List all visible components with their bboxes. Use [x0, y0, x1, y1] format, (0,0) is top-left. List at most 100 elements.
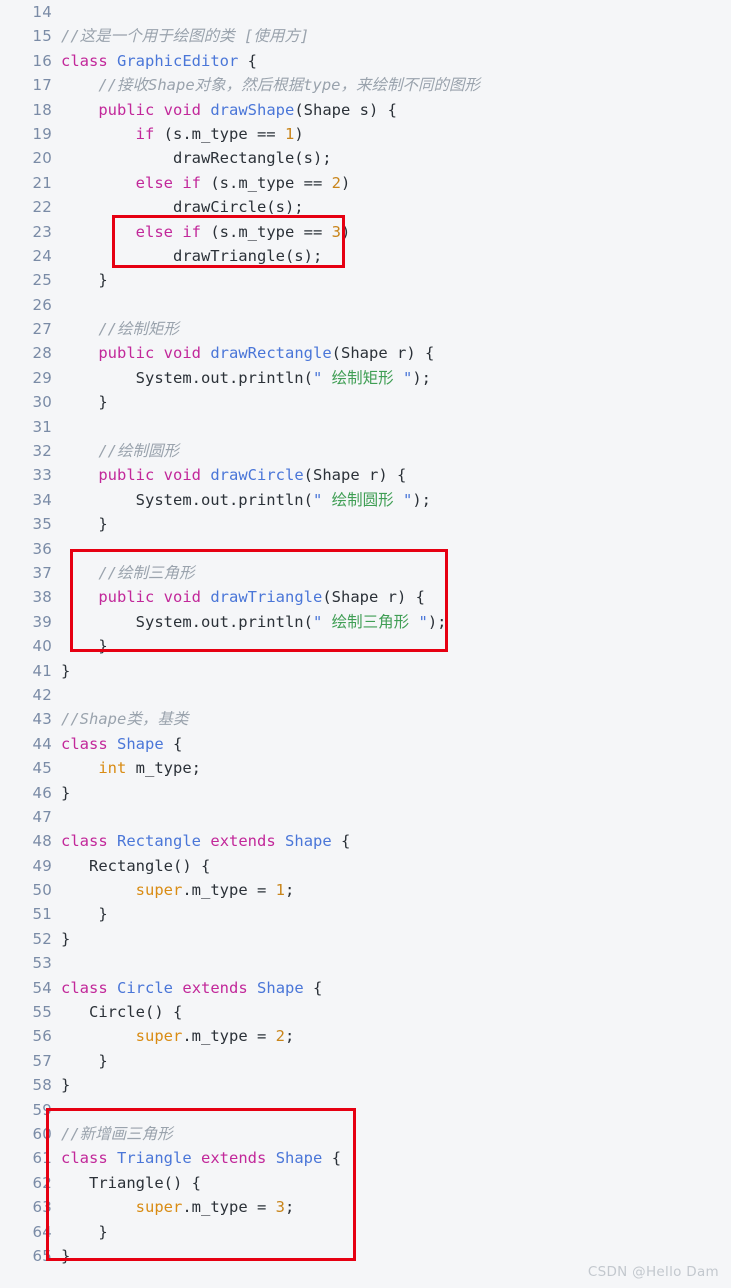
token-pl: { — [238, 51, 258, 70]
code-line-text: } — [61, 902, 107, 926]
token-pl: drawRectangle(s); — [61, 149, 332, 168]
code-line[interactable]: 43 //Shape类，基类 — [0, 707, 731, 731]
line-number: 16 — [32, 51, 52, 70]
code-line[interactable]: 26 — [0, 293, 731, 317]
code-line[interactable]: 36 — [0, 537, 731, 561]
token-pl: (Shape s) { — [294, 100, 397, 119]
token-qt: " — [312, 490, 323, 509]
line-number: 48 — [32, 832, 52, 851]
code-line[interactable]: 54 class Circle extends Shape { — [0, 976, 731, 1000]
code-line-text: else if (s.m_type == 3) — [61, 220, 351, 244]
code-line[interactable]: 34 System.out.println(" 绘制圆形 "); — [0, 488, 731, 512]
code-line[interactable]: 33 public void drawCircle(Shape r) { — [0, 463, 731, 487]
code-line-text: System.out.println(" 绘制三角形 "); — [61, 610, 447, 634]
token-pl: .m_type = — [182, 1198, 276, 1217]
token-kw: public — [98, 588, 155, 607]
line-number: 47 — [32, 807, 52, 826]
code-line[interactable]: 61 class Triangle extends Shape { — [0, 1146, 731, 1170]
line-number: 53 — [32, 954, 52, 973]
code-line[interactable]: 50 super.m_type = 1; — [0, 878, 731, 902]
code-line[interactable]: 24 drawTriangle(s); — [0, 244, 731, 268]
code-line[interactable]: 38 public void drawTriangle(Shape r) { — [0, 585, 731, 609]
code-line[interactable]: 60 //新增画三角形 — [0, 1122, 731, 1146]
code-line[interactable]: 44 class Shape { — [0, 732, 731, 756]
code-line[interactable]: 55 Circle() { — [0, 1000, 731, 1024]
line-number: 54 — [32, 978, 52, 997]
code-line[interactable]: 41} — [0, 659, 731, 683]
token-typ: drawTriangle — [210, 588, 323, 607]
token-kw: class — [61, 978, 108, 997]
code-line-text: } — [61, 512, 107, 536]
token-pl: m_type; — [126, 759, 201, 778]
code-line[interactable]: 20 drawRectangle(s); — [0, 146, 731, 170]
code-line[interactable]: 16 class GraphicEditor { — [0, 49, 731, 73]
code-line[interactable]: 27 //绘制矩形 — [0, 317, 731, 341]
code-line-text: class Circle extends Shape { — [61, 976, 322, 1000]
code-line[interactable]: 35 } — [0, 512, 731, 536]
code-line[interactable]: 51 } — [0, 902, 731, 926]
token-pl: Circle() { — [61, 1003, 183, 1022]
code-line[interactable]: 42 — [0, 683, 731, 707]
code-line[interactable]: 58} — [0, 1073, 731, 1097]
code-line[interactable]: 59 — [0, 1098, 731, 1122]
code-line[interactable]: 25 } — [0, 268, 731, 292]
token-pl: { — [303, 978, 323, 997]
code-line[interactable]: 17 //接收Shape对象，然后根据type，来绘制不同的图形 — [0, 73, 731, 97]
code-line-text: class Shape { — [61, 732, 182, 756]
token-pl: } — [61, 637, 108, 656]
code-line[interactable]: 28 public void drawRectangle(Shape r) { — [0, 341, 731, 365]
line-number: 42 — [32, 685, 52, 704]
token-pl: { — [331, 832, 351, 851]
code-line[interactable]: 56 super.m_type = 2; — [0, 1024, 731, 1048]
code-line[interactable]: 23 else if (s.m_type == 3) — [0, 220, 731, 244]
code-line[interactable]: 46} — [0, 781, 731, 805]
code-line-text: } — [61, 634, 108, 658]
code-line[interactable]: 49 Rectangle() { — [0, 854, 731, 878]
code-line[interactable]: 19 if (s.m_type == 1) — [0, 122, 731, 146]
code-line[interactable]: 30 } — [0, 390, 731, 414]
code-line[interactable]: 45 int m_type; — [0, 756, 731, 780]
code-line-text: super.m_type = 2; — [61, 1024, 295, 1048]
code-line[interactable]: 18 public void drawShape(Shape s) { — [0, 98, 731, 122]
code-line[interactable]: 53 — [0, 951, 731, 975]
code-line[interactable]: 48 class Rectangle extends Shape { — [0, 829, 731, 853]
token-typ: Rectangle — [117, 832, 202, 851]
code-line[interactable]: 22 drawCircle(s); — [0, 195, 731, 219]
code-line[interactable]: 37 //绘制三角形 — [0, 561, 731, 585]
token-kw: void — [163, 344, 201, 363]
code-line[interactable]: 32 //绘制圆形 — [0, 439, 731, 463]
token-typ: Shape — [275, 1149, 323, 1168]
code-editor-lines[interactable]: 14 15 //这是一个用于绘图的类 [使用方] 16 class GraphicEdi… — [0, 0, 731, 1268]
line-number: 18 — [32, 100, 52, 119]
token-prim: super — [135, 1027, 183, 1046]
code-line[interactable]: 57 } — [0, 1049, 731, 1073]
code-line[interactable]: 39 System.out.println(" 绘制三角形 "); — [0, 610, 731, 634]
code-line[interactable]: 62 Triangle() { — [0, 1171, 731, 1195]
token-pl: ) — [294, 124, 304, 143]
token-kw: class — [61, 734, 108, 753]
code-line[interactable]: 52} — [0, 927, 731, 951]
line-number: 46 — [32, 783, 52, 802]
code-line[interactable]: 14 — [0, 0, 731, 24]
token-pl: (Shape r) { — [303, 466, 407, 485]
code-line[interactable]: 64 } — [0, 1220, 731, 1244]
code-line[interactable]: 47 — [0, 805, 731, 829]
token-kw: else — [135, 222, 173, 241]
token-pl: ); — [427, 612, 447, 631]
code-line[interactable]: 21 else if (s.m_type == 2) — [0, 171, 731, 195]
code-line[interactable]: 15 //这是一个用于绘图的类 [使用方] — [0, 24, 731, 48]
code-line-text: public void drawShape(Shape s) { — [61, 98, 397, 122]
code-line[interactable]: 63 super.m_type = 3; — [0, 1195, 731, 1219]
line-number: 26 — [32, 295, 52, 314]
code-line[interactable]: 31 — [0, 415, 731, 439]
token-qt: " — [402, 490, 413, 509]
code-line[interactable]: 29 System.out.println(" 绘制矩形 "); — [0, 366, 731, 390]
token-pl: Triangle() { — [61, 1173, 201, 1192]
code-line[interactable]: 40 } — [0, 634, 731, 658]
